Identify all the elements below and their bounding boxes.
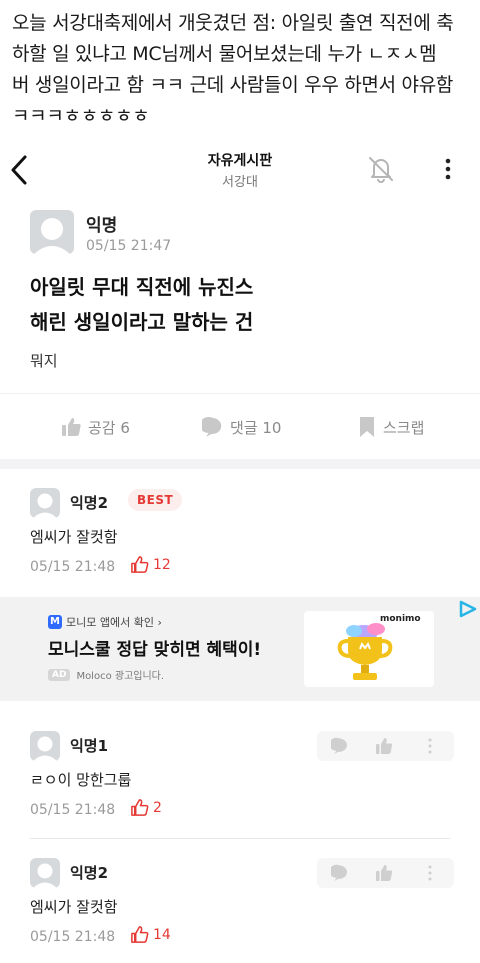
ad-brand-label: 모니모 앱에서 확인 › <box>66 616 162 629</box>
comment-text: 엠씨가 잘컷함 <box>30 898 118 916</box>
like-button[interactable]: 공감 6 <box>60 414 130 440</box>
post-time: 05/15 21:47 <box>86 238 172 254</box>
like-label: 공감 6 <box>88 418 130 437</box>
post-author: 익명 <box>86 216 118 236</box>
board-title: 자유게시판 <box>207 153 273 169</box>
back-button[interactable] <box>8 152 30 188</box>
post-body: 뭐지 <box>30 352 58 370</box>
monimo-logo-icon: M <box>48 615 62 629</box>
like-count: 12 <box>153 556 171 573</box>
more-options-button[interactable] <box>438 156 458 182</box>
thumbs-up-outline-icon <box>131 556 149 573</box>
caption-line: 버 생일이라고 함 ㅋㅋ 근데 사람들이 우우 하면서 야유함 <box>12 74 454 96</box>
notification-off-button[interactable] <box>365 153 397 185</box>
comment-author: 익명2 <box>70 864 109 882</box>
scrap-label: 스크랩 <box>383 418 425 437</box>
caption-line: 하할 일 있냐고 MC님께서 물어보셨는데 누가 ㄴㅈㅅ멤 <box>12 43 437 65</box>
scrap-button[interactable]: 스크랩 <box>357 414 424 440</box>
comment-label: 댓글 10 <box>230 418 282 437</box>
comment-author: 익명1 <box>70 737 109 755</box>
ad-disclosure: Moloco 광고입니다. <box>76 671 165 682</box>
post-title-line: 아일릿 무대 직전에 뉴진스 <box>30 275 254 299</box>
ad-footer: AD Moloco 광고입니다. <box>48 667 164 682</box>
reply-icon[interactable] <box>331 864 349 882</box>
more-vertical-icon <box>445 158 451 180</box>
default-avatar-icon <box>33 736 57 761</box>
avatar <box>30 731 60 761</box>
thumbs-up-icon[interactable] <box>375 737 393 755</box>
ad-tag: AD <box>48 668 71 681</box>
avatar <box>30 488 60 518</box>
comment-divider <box>30 838 450 839</box>
speech-bubble-icon <box>202 417 222 437</box>
thumbs-up-icon <box>62 418 81 436</box>
more-vertical-icon[interactable] <box>421 737 439 755</box>
caption-line: ㅋㅋㅋㅎㅎㅎㅎㅎ <box>12 105 150 127</box>
caption-text: 오늘 서강대축제에서 개웃겼던 점: 아일릿 출연 직전에 축 하할 일 있냐고… <box>12 8 474 132</box>
comment-toolbar <box>317 858 454 888</box>
chevron-left-icon <box>11 155 27 185</box>
reply-icon[interactable] <box>331 737 349 755</box>
more-vertical-icon[interactable] <box>421 864 439 882</box>
comment-button[interactable]: 댓글 10 <box>202 414 281 440</box>
comment-like-count: 14 <box>130 925 171 944</box>
comment-text: ㄹㅇ이 망한그룹 <box>30 771 132 789</box>
comment-time: 05/15 21:48 <box>30 559 116 575</box>
avatar <box>30 210 74 254</box>
best-badge: BEST <box>128 489 183 511</box>
post-title: 아일릿 무대 직전에 뉴진스 해린 생일이라고 말하는 건 <box>30 270 460 340</box>
comment-toolbar <box>317 731 454 761</box>
post-actions: 공감 6 댓글 10 스크랩 <box>0 393 480 459</box>
section-divider <box>0 459 480 469</box>
comment-time: 05/15 21:48 <box>30 929 116 945</box>
ad-headline: 모니스쿨 정답 맞히면 혜택이! <box>48 640 262 660</box>
ad-banner[interactable]: M 모니모 앱에서 확인 › 모니스쿨 정답 맞히면 혜택이! AD Moloc… <box>0 597 480 701</box>
ad-choices-icon <box>459 600 477 618</box>
comment-author: 익명2 <box>70 494 109 512</box>
thumbs-up-outline-icon <box>131 926 149 943</box>
like-count: 14 <box>153 926 171 943</box>
ad-choices-button[interactable] <box>458 600 478 618</box>
caption-line: 오늘 서강대축제에서 개웃겼던 점: 아일릿 출연 직전에 축 <box>12 12 454 34</box>
post-title-line: 해린 생일이라고 말하는 건 <box>30 310 254 334</box>
ad-brand: M 모니모 앱에서 확인 › <box>48 614 162 630</box>
trophy-icon <box>337 623 393 680</box>
avatar <box>30 858 60 888</box>
thumbs-up-outline-icon <box>131 799 149 816</box>
bell-off-icon <box>369 157 393 183</box>
comment-like-count: 2 <box>130 798 162 817</box>
comment-text: 엠씨가 잘컷함 <box>30 528 118 546</box>
like-count: 2 <box>153 799 162 816</box>
default-avatar-icon <box>34 218 70 254</box>
ad-image: monimo <box>304 611 434 687</box>
thumbs-up-icon[interactable] <box>375 864 393 882</box>
default-avatar-icon <box>33 863 57 888</box>
bookmark-icon <box>360 417 374 437</box>
comment-time: 05/15 21:48 <box>30 802 116 818</box>
default-avatar-icon <box>33 493 57 518</box>
school-name: 서강대 <box>222 175 258 190</box>
comment-like-count: 12 <box>130 555 171 574</box>
app-bar: 자유게시판 서강대 <box>0 140 480 202</box>
